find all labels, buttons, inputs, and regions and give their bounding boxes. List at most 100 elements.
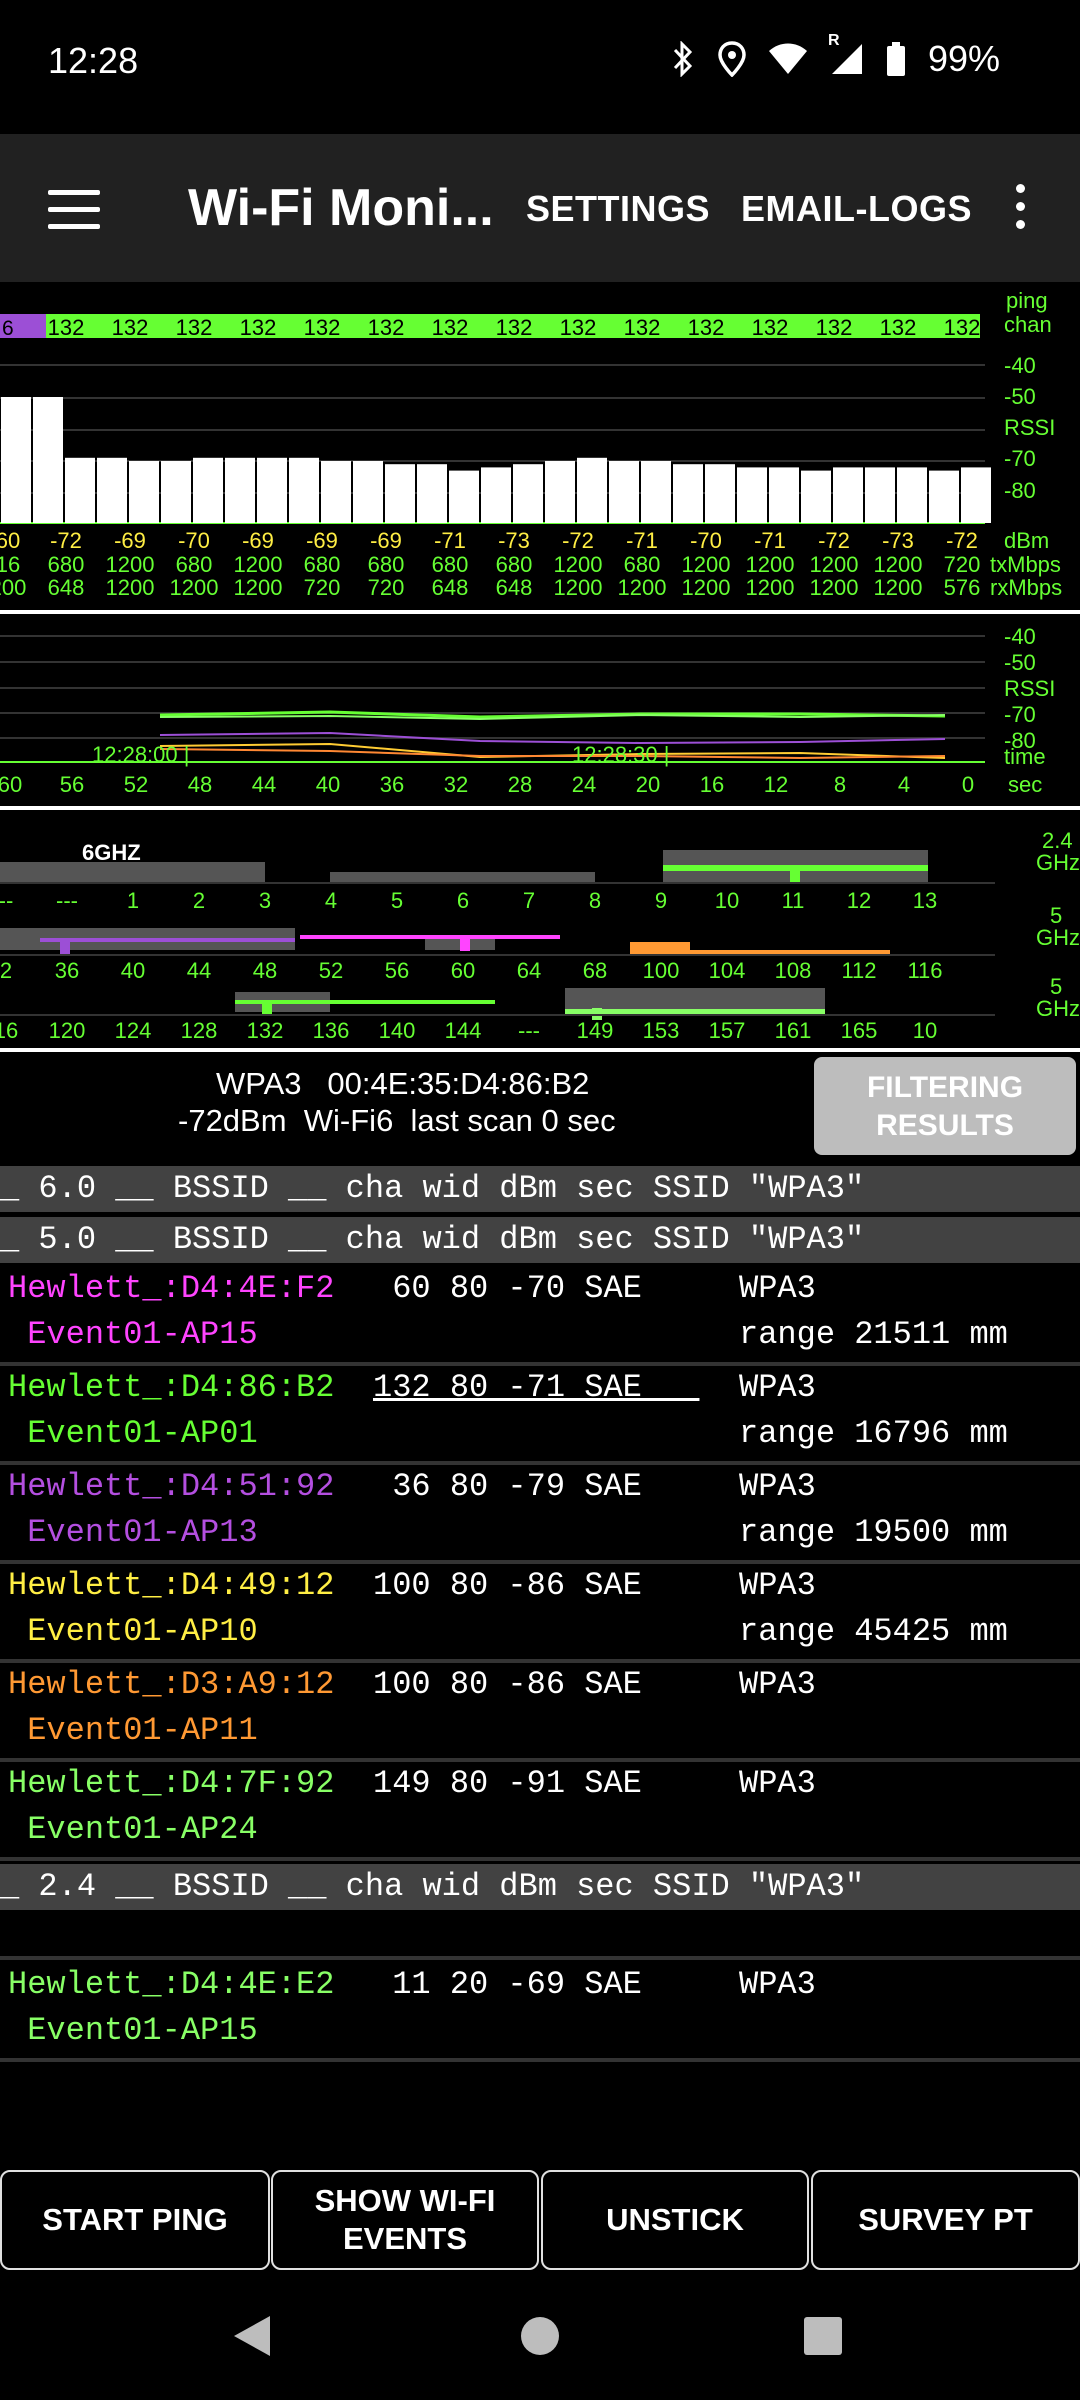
dbm-value: -72 — [818, 528, 850, 553]
show-wifi-events-button[interactable]: SHOW WI-FI EVENTS — [271, 2170, 539, 2270]
app-bar: Wi-Fi Moni... SETTINGS EMAIL-LOGS — [0, 134, 1080, 282]
app-title: Wi-Fi Moni... — [188, 179, 494, 237]
dbm-value: 60 — [0, 528, 20, 553]
sec-tick: 24 — [572, 772, 596, 797]
ap-row[interactable]: Hewlett_:D4:4E:F2 60 80 -70 SAE WPA3 Even… — [0, 1266, 1080, 1366]
ap-bssid: Hewlett_:D4:49:12 — [8, 1567, 335, 1604]
unstick-button[interactable]: UNSTICK — [541, 2170, 809, 2270]
survey-pt-button[interactable]: SURVEY PT — [811, 2170, 1080, 2270]
channel-number: 12 — [847, 888, 871, 913]
tx-value: 1200 — [234, 552, 283, 577]
recents-icon[interactable] — [804, 2317, 842, 2355]
chan-label: 6 — [2, 317, 14, 340]
dbm-value: -72 — [50, 528, 82, 553]
dbm-value: -69 — [306, 528, 338, 553]
rssi-bar — [673, 464, 703, 523]
channel-number: 112 — [841, 958, 876, 983]
channel-number: 60 — [451, 958, 475, 983]
settings-button[interactable]: SETTINGS — [526, 188, 710, 230]
ap-stats: 36 80 -79 SAE — [373, 1468, 642, 1505]
ap-row[interactable]: Hewlett_:D4:51:92 36 80 -79 SAE WPA3 Even… — [0, 1464, 1080, 1564]
ap-ssid: WPA3 — [739, 1270, 816, 1307]
ap-row[interactable]: Hewlett_:D4:86:B2 132 80 -71 SAE WPA3 Eve… — [0, 1365, 1080, 1465]
ap-ssid: WPA3 — [739, 1369, 816, 1406]
ap-ssid: WPA3 — [739, 1765, 816, 1802]
occupancy-block — [0, 862, 265, 882]
rssi-bar — [1, 397, 31, 523]
ap-range: range 21511 mm — [739, 1316, 1008, 1353]
rssi-bar — [545, 461, 575, 523]
ap-ssid: WPA3 — [739, 1468, 816, 1505]
status-bar: 12:28 R 99% — [0, 0, 1080, 134]
rssi-bar — [385, 464, 415, 523]
dbm-value: -71 — [626, 528, 658, 553]
channel-number: 149 — [577, 1018, 614, 1043]
ap-row[interactable]: Hewlett_:D4:7F:92 149 80 -91 SAE WPA3 Even… — [0, 1761, 1080, 1861]
channel-number: 48 — [253, 958, 277, 983]
clock: 12:28 — [48, 40, 139, 81]
rssi-bar — [961, 467, 991, 523]
channel-number: 100 — [643, 958, 680, 983]
ap-name: Event01-AP01 — [8, 1415, 258, 1452]
channel-number: 136 — [313, 1018, 350, 1043]
bluetooth-icon — [673, 41, 693, 77]
dbm-value: -70 — [690, 528, 722, 553]
ap-ssid: WPA3 — [739, 1666, 816, 1703]
rx-value: 1200 — [810, 575, 859, 600]
sec-tick: 12 — [764, 772, 788, 797]
chan-label: 132 — [176, 315, 213, 340]
channel-row-5-high: 16 120 124 128 132 136 140 144 --- 149 153 157 161 16… — [0, 1018, 937, 1043]
chan-label: 132 — [240, 315, 277, 340]
tx-value: 680 — [496, 552, 533, 577]
header-24ghz: _ 2.4 __ BSSID __ cha wid dBm sec SSID "… — [0, 1864, 1080, 1910]
rssi-bar — [929, 470, 959, 523]
chan-axis-label: chan — [1004, 312, 1052, 337]
channel-number: 108 — [775, 958, 812, 983]
rssi-bar — [321, 461, 351, 523]
rssi-bar — [641, 461, 671, 523]
axis-rssi: RSSI — [1004, 415, 1055, 440]
dbm-value: -71 — [754, 528, 786, 553]
sec-tick: 52 — [124, 772, 148, 797]
filtering-results-button[interactable]: FILTERING RESULTS — [814, 1057, 1076, 1155]
start-ping-button[interactable]: START PING — [0, 2170, 270, 2270]
rssi-bar — [577, 457, 607, 523]
tx-value: 720 — [944, 552, 981, 577]
channel-number: 13 — [913, 888, 937, 913]
ap-marker — [60, 940, 70, 954]
tx-value: 680 — [368, 552, 405, 577]
channel-number: 3 — [259, 888, 271, 913]
ap-row[interactable]: Hewlett_:D4:49:12 100 80 -86 SAE WPA3 Even… — [0, 1563, 1080, 1663]
overflow-menu-icon[interactable] — [1016, 184, 1026, 238]
ap-name: Event01-AP15 — [8, 2012, 258, 2049]
sec-label: sec — [1008, 772, 1042, 797]
tx-value: 1200 — [106, 552, 155, 577]
home-icon[interactable] — [520, 2316, 560, 2356]
rssi-bar — [33, 397, 63, 523]
rx-row: 200 648 1200 1200 1200 720 720 648 648 1200 1200 12… — [0, 575, 980, 600]
band-ghz-label: GHz — [1036, 996, 1080, 1021]
chan-label: 132 — [752, 315, 789, 340]
chan-label: 132 — [944, 315, 981, 340]
dbm-value: -71 — [434, 528, 466, 553]
channel-number: 56 — [385, 958, 409, 983]
rssi-bar — [705, 464, 735, 523]
channel-number: 104 — [709, 958, 746, 983]
rssi-history-chart: 12:28:00 | 12:28:30 | 60 56 52 48 44 40 36 32 28… — [0, 624, 1055, 797]
tx-value: 680 — [304, 552, 341, 577]
email-logs-button[interactable]: EMAIL-LOGS — [741, 188, 972, 230]
ap-row[interactable]: Hewlett_:D3:A9:12 100 80 -86 SAE WPA3 Even… — [0, 1662, 1080, 1762]
status-icons: R 99% — [670, 32, 1000, 80]
menu-icon[interactable] — [48, 190, 100, 230]
channel-number: 1 — [127, 888, 139, 913]
ap-bssid: Hewlett_:D3:A9:12 — [8, 1666, 335, 1703]
channel-number: 2 — [193, 888, 205, 913]
back-icon[interactable] — [232, 2314, 272, 2358]
tx-value: 680 — [176, 552, 213, 577]
location-icon — [718, 41, 746, 77]
ap-row[interactable]: Hewlett_:D4:4E:E2 11 20 -69 SAE WPA3 Even… — [0, 1962, 1080, 2062]
chan-label: 132 — [816, 315, 853, 340]
rx-value: 200 — [0, 575, 26, 600]
channel-number: 161 — [775, 1018, 812, 1043]
rssi-bar — [161, 461, 191, 523]
